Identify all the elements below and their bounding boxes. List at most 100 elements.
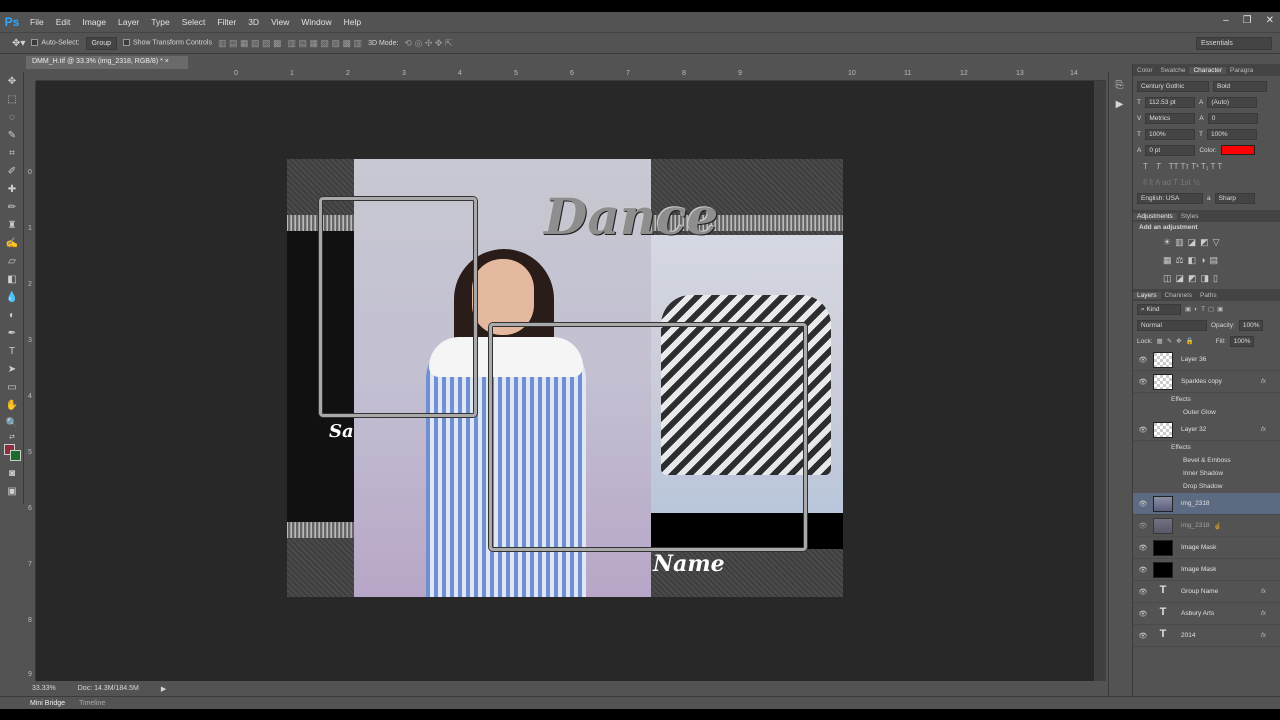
eye-icon[interactable]: 👁 [1133, 610, 1153, 618]
menu-file[interactable]: File [24, 17, 50, 27]
distribute-icons[interactable]: ▥ ▤ ▦ ▧ ▨ ▩ ▥ [288, 38, 363, 49]
tab-paths[interactable]: Paths [1196, 292, 1221, 299]
filter-icons[interactable]: ▣◐T▢▣ [1185, 305, 1226, 313]
dodge-tool-icon[interactable]: ◐ [0, 306, 24, 324]
fx-icon[interactable]: fx [1261, 378, 1266, 385]
tab-channels[interactable]: Channels [1161, 292, 1196, 299]
zoom-level[interactable]: 33.33% [32, 685, 56, 692]
show-transform-checkbox[interactable]: Show Transform Controls [123, 39, 212, 47]
tab-character[interactable]: Character [1189, 66, 1227, 74]
menu-help[interactable]: Help [338, 17, 367, 27]
workspace-switcher[interactable]: Essentials [1196, 37, 1272, 50]
tab-layers[interactable]: Layers [1133, 291, 1161, 299]
align-icons[interactable]: ▥ ▤ ▦ ▧ ▨ ▩ [218, 38, 282, 49]
layer-row-selected[interactable]: 👁 img_2318 [1133, 493, 1280, 515]
shape-tool-icon[interactable]: ▭ [0, 378, 24, 396]
eye-icon[interactable]: 👁 [1133, 544, 1153, 552]
eye-icon[interactable]: 👁 [1133, 500, 1153, 508]
path-select-tool-icon[interactable]: ➤ [0, 360, 24, 378]
opentype-buttons[interactable]: fi ſt A ad T 1st ½ [1133, 174, 1280, 190]
tab-mini-bridge[interactable]: Mini Bridge [30, 700, 65, 707]
gradient-tool-icon[interactable]: ◧ [0, 270, 24, 288]
layer-row[interactable]: 👁 T Asbury Arts fx [1133, 603, 1280, 625]
layer-row[interactable]: 👁 Layer 36 [1133, 349, 1280, 371]
eye-icon[interactable]: 👁 [1133, 588, 1153, 596]
move-tool-icon[interactable]: ✥ [0, 72, 24, 90]
marquee-tool-icon[interactable]: ⬚ [0, 90, 24, 108]
menu-3d[interactable]: 3D [242, 17, 265, 27]
tab-styles[interactable]: Styles [1177, 213, 1203, 220]
stamp-tool-icon[interactable]: ♜ [0, 216, 24, 234]
healing-tool-icon[interactable]: ✚ [0, 180, 24, 198]
status-arrow-icon[interactable]: ▶ [161, 685, 166, 693]
menu-view[interactable]: View [265, 17, 295, 27]
eye-icon[interactable]: 👁 [1133, 356, 1153, 364]
layer-row[interactable]: 👁 T Group Name fx [1133, 581, 1280, 603]
anti-alias-select[interactable]: Sharp [1214, 192, 1255, 204]
blend-mode-select[interactable]: Normal [1137, 319, 1207, 331]
fx-icon[interactable]: fx [1261, 588, 1266, 595]
lasso-tool-icon[interactable]: ◌ [0, 108, 24, 126]
doc-size[interactable]: Doc: 14.3M/184.5M [78, 685, 139, 692]
actions-play-icon[interactable]: ▶ [1109, 99, 1130, 110]
quick-mask-icon[interactable]: ◙ [0, 464, 24, 482]
move-tool-icon[interactable]: ✥▾ [12, 38, 25, 49]
swap-colors-icon[interactable]: ⇄ [0, 432, 24, 442]
crop-tool-icon[interactable]: ⌗ [0, 144, 24, 162]
layer-row[interactable]: 👁 Image Mask [1133, 537, 1280, 559]
tab-adjustments[interactable]: Adjustments [1133, 212, 1177, 220]
vertical-scale-field[interactable]: 100% [1144, 128, 1195, 140]
menu-window[interactable]: Window [295, 17, 337, 27]
language-select[interactable]: English: USA [1137, 192, 1203, 204]
restore-icon[interactable]: ❐ [1243, 15, 1252, 26]
eyedropper-tool-icon[interactable]: ✐ [0, 162, 24, 180]
menu-edit[interactable]: Edit [50, 17, 77, 27]
color-swatches[interactable] [0, 442, 24, 464]
fx-icon[interactable]: fx [1261, 610, 1266, 617]
document-tab[interactable]: DMM_H.tif @ 33.3% (img_2318, RGB/8) * × [26, 56, 188, 69]
layer-row-dragging[interactable]: 👁 img_2318 ☝ [1133, 515, 1280, 537]
eye-icon[interactable]: 👁 [1133, 426, 1153, 434]
effect-drop-shadow[interactable]: Drop Shadow [1133, 480, 1280, 493]
minimize-icon[interactable]: – [1223, 15, 1229, 26]
history-icon[interactable]: ⎘ [1109, 80, 1130, 91]
fx-icon[interactable]: fx [1261, 426, 1266, 433]
layer-row[interactable]: 👁 Image Mask [1133, 559, 1280, 581]
tab-timeline[interactable]: Timeline [79, 700, 105, 707]
eye-icon[interactable]: 👁 [1133, 566, 1153, 574]
vertical-scrollbar[interactable] [1094, 81, 1106, 681]
font-size-field[interactable]: 112.53 pt [1144, 96, 1195, 108]
effects-label[interactable]: Effects [1133, 393, 1280, 406]
tab-color[interactable]: Color [1133, 67, 1157, 74]
adjustment-icons[interactable]: ☀▥◪◩▽ ▦⚖◧◑▤ ◫◪◩◨▯ [1133, 233, 1280, 287]
lock-icons[interactable]: ▦✎✥🔒 [1157, 337, 1198, 345]
effect-outer-glow[interactable]: Outer Glow [1133, 406, 1280, 419]
layer-row[interactable]: 👁 T 2014 fx [1133, 625, 1280, 647]
effects-label[interactable]: Effects [1133, 441, 1280, 454]
tab-swatches[interactable]: Swatche [1157, 67, 1190, 74]
menu-filter[interactable]: Filter [211, 17, 242, 27]
screen-mode-icon[interactable]: ▣ [0, 482, 24, 500]
brush-tool-icon[interactable]: ✏ [0, 198, 24, 216]
layer-row[interactable]: 👁 Sparkles copy fx [1133, 371, 1280, 393]
auto-select-dropdown[interactable]: Group [85, 36, 118, 50]
effect-bevel-emboss[interactable]: Bevel & Emboss [1133, 454, 1280, 467]
background-color[interactable] [10, 450, 21, 461]
tracking-field[interactable]: 0 [1207, 112, 1258, 124]
kind-filter-select[interactable]: ⌕ Kind [1137, 303, 1181, 315]
history-brush-icon[interactable]: ✍ [0, 234, 24, 252]
font-style-select[interactable]: Bold [1213, 80, 1267, 92]
3d-mode-icons[interactable]: ⟲ ◎ ✣ ✥ ⇱ [404, 38, 452, 49]
text-style-buttons[interactable]: T T TT Tт T¹ T₁ T T [1133, 158, 1280, 174]
hand-tool-icon[interactable]: ✋ [0, 396, 24, 414]
zoom-tool-icon[interactable]: 🔍 [0, 414, 24, 432]
horizontal-scale-field[interactable]: 100% [1206, 128, 1257, 140]
blur-tool-icon[interactable]: 💧 [0, 288, 24, 306]
auto-select-checkbox[interactable]: Auto-Select: [31, 39, 80, 47]
menu-layer[interactable]: Layer [112, 17, 145, 27]
close-icon[interactable]: ✕ [1266, 15, 1274, 26]
eye-icon[interactable]: 👁 [1133, 522, 1153, 530]
effect-inner-shadow[interactable]: Inner Shadow [1133, 467, 1280, 480]
leading-field[interactable]: (Auto) [1207, 96, 1258, 108]
baseline-shift-field[interactable]: 0 pt [1145, 144, 1196, 156]
